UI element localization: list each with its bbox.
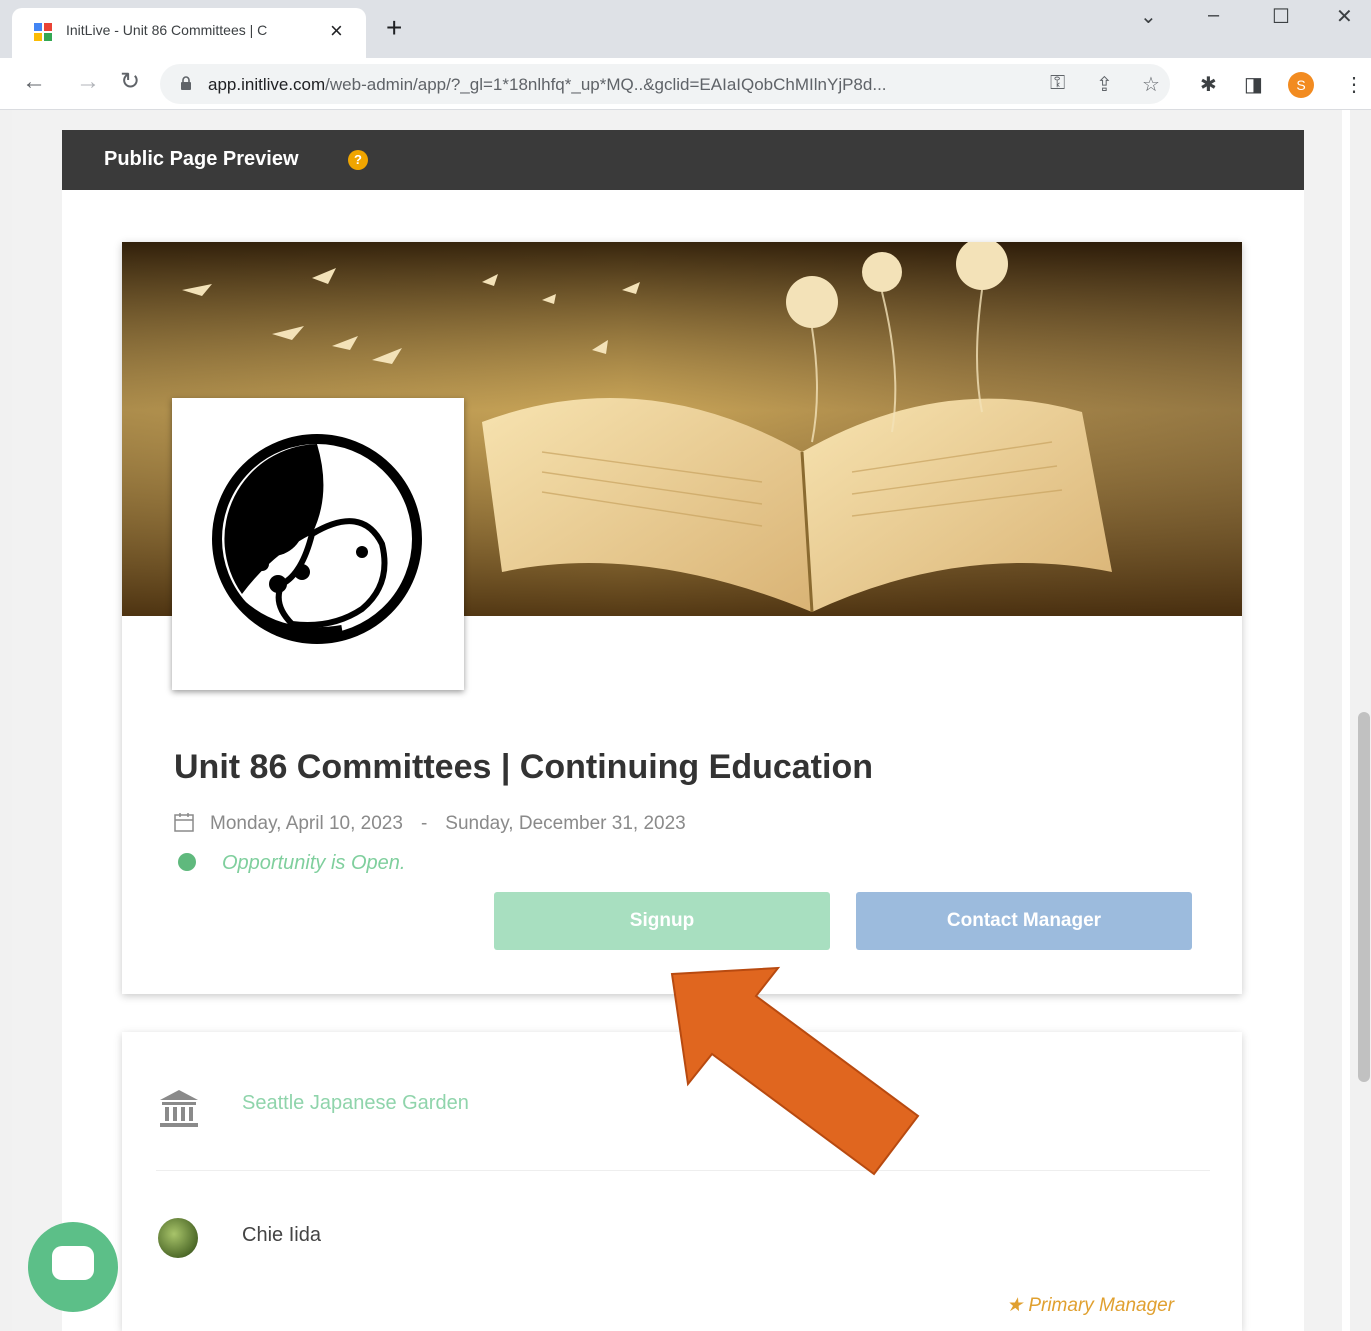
manager-role: Primary Manager [1028, 1295, 1175, 1316]
side-panel-icon[interactable]: ◨ [1244, 72, 1263, 97]
event-date-range: Monday, April 10, 2023- Sunday, December … [174, 812, 686, 835]
opportunity-status: Opportunity is Open. [178, 852, 405, 875]
event-card: Unit 86 Committees | Continuing Educatio… [122, 242, 1242, 994]
profile-avatar[interactable]: S [1288, 72, 1314, 98]
browser-toolbar: ← → ↻ app.initlive.com/web-admin/app/?_g… [0, 58, 1371, 110]
date-separator: - [420, 813, 428, 834]
browser-tab[interactable]: InitLive - Unit 86 Committees | C × [12, 8, 366, 58]
help-icon[interactable]: ? [348, 150, 368, 170]
chat-widget-button[interactable] [28, 1222, 118, 1312]
event-title: Unit 86 Committees | Continuing Educatio… [174, 748, 873, 786]
status-dot-icon [178, 853, 196, 871]
extensions-puzzle-icon[interactable]: ✱ [1200, 72, 1217, 97]
calendar-icon [174, 813, 194, 832]
panel-title: Public Page Preview [104, 148, 299, 170]
maximize-icon[interactable]: ☐ [1272, 4, 1290, 29]
lock-icon [181, 76, 191, 90]
annotation-arrow-icon [670, 966, 920, 1176]
end-date: Sunday, December 31, 2023 [445, 813, 686, 834]
building-icon [160, 1090, 198, 1127]
contact-manager-button[interactable]: Contact Manager [856, 892, 1192, 950]
url-text: app.initlive.com/web-admin/app/?_gl=1*18… [208, 75, 887, 94]
browser-tab-bar: InitLive - Unit 86 Committees | C × + ⌄ … [0, 0, 1371, 58]
menu-kebab-icon[interactable]: ⋮ [1344, 72, 1364, 97]
page-left-edge [0, 110, 12, 1331]
primary-manager-badge: ★ Primary Manager [1006, 1294, 1174, 1317]
scrollbar-thumb[interactable] [1358, 712, 1370, 1082]
forward-icon[interactable]: → [76, 70, 100, 94]
signup-button[interactable]: Signup [494, 892, 830, 950]
public-page-preview-header: Public Page Preview ? [62, 130, 1304, 190]
wave-circle-logo-icon [212, 434, 422, 644]
share-icon[interactable]: ⇪ [1096, 72, 1113, 97]
close-window-icon[interactable]: ✕ [1336, 4, 1353, 29]
close-tab-icon[interactable]: × [330, 18, 343, 44]
manager-name: Chie Iida [242, 1224, 321, 1246]
manager-avatar [158, 1218, 198, 1258]
status-text: Opportunity is Open. [222, 852, 406, 874]
location-link[interactable]: Seattle Japanese Garden [242, 1092, 469, 1115]
address-bar[interactable]: app.initlive.com/web-admin/app/?_gl=1*18… [160, 64, 1170, 104]
chat-bubble-icon [52, 1246, 94, 1280]
bookmark-star-icon[interactable]: ☆ [1142, 72, 1160, 97]
reload-icon[interactable]: ↻ [120, 70, 140, 94]
new-tab-icon[interactable]: + [386, 14, 402, 42]
back-icon[interactable]: ← [22, 70, 46, 94]
key-icon[interactable]: ⚿ [1050, 72, 1065, 95]
organization-logo [172, 398, 464, 690]
minimize-icon[interactable]: – [1208, 4, 1219, 27]
star-icon: ★ [1006, 1295, 1024, 1316]
tab-title: InitLive - Unit 86 Committees | C [66, 22, 268, 38]
start-date: Monday, April 10, 2023 [210, 813, 403, 834]
tab-search-icon[interactable]: ⌄ [1140, 4, 1157, 29]
initlive-favicon-icon [34, 23, 52, 41]
